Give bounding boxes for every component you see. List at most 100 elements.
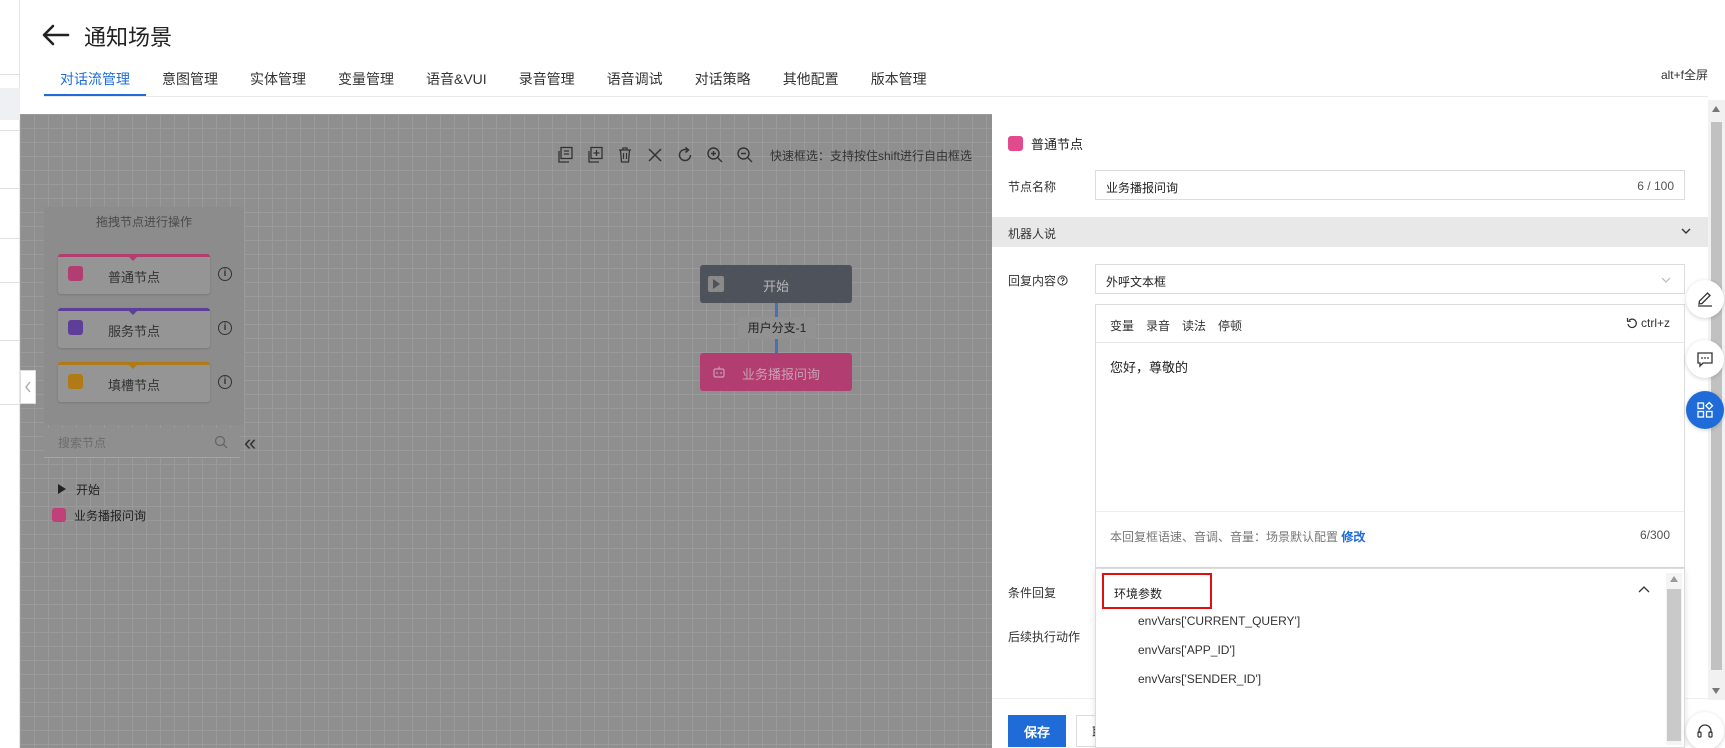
page-title: 通知场景 xyxy=(84,25,173,50)
tab-dialog-strategy[interactable]: 对话策略 xyxy=(679,62,767,96)
node-name-value: 业务播报问询 xyxy=(1106,181,1179,195)
support-float-button[interactable] xyxy=(1686,712,1724,748)
delete-icon[interactable] xyxy=(614,144,636,166)
node-search xyxy=(44,428,240,458)
chat-icon xyxy=(1697,352,1713,368)
zoom-in-icon[interactable] xyxy=(704,144,726,166)
chevron-up-icon[interactable] xyxy=(1638,585,1650,595)
back-arrow-icon[interactable] xyxy=(40,22,72,50)
editor-tool-recording[interactable]: 录音 xyxy=(1146,317,1170,334)
tab-other-config[interactable]: 其他配置 xyxy=(767,62,855,96)
info-icon[interactable]: i xyxy=(218,267,232,281)
editor-content[interactable]: 您好，尊敬的 xyxy=(1110,357,1188,376)
nav-divider xyxy=(0,238,20,239)
fullscreen-hint[interactable]: alt+f全屏 xyxy=(1661,66,1708,83)
scroll-up-arrow-icon[interactable] xyxy=(1670,576,1678,582)
flow-connector xyxy=(775,339,778,353)
scroll-up-arrow-icon[interactable] xyxy=(1712,106,1720,112)
section-robot-says[interactable]: 机器人说 xyxy=(992,217,1708,247)
tab-intent[interactable]: 意图管理 xyxy=(146,62,234,96)
tree-item[interactable]: 业务播报问询 xyxy=(52,502,146,528)
modify-link[interactable]: 修改 xyxy=(1341,530,1365,544)
zoom-out-icon[interactable] xyxy=(734,144,756,166)
editor-tool-pause[interactable]: 停顿 xyxy=(1218,317,1242,334)
dropdown-item[interactable]: envVars['CURRENT_QUERY'] xyxy=(1138,614,1300,628)
chat-float-button[interactable] xyxy=(1686,340,1724,378)
chevron-down-icon[interactable] xyxy=(1680,225,1692,237)
editor-tool-pronunciation[interactable]: 读法 xyxy=(1182,317,1206,334)
copy-node-icon[interactable] xyxy=(554,144,576,166)
undo-button[interactable]: ctrl+z xyxy=(1626,316,1670,330)
flow-node-start[interactable]: 开始 xyxy=(700,265,852,303)
undo-icon xyxy=(1626,318,1637,329)
dropdown-scrollbar[interactable] xyxy=(1666,573,1682,745)
panel-node-type: 普通节点 xyxy=(1031,137,1084,152)
nav-selected-item[interactable] xyxy=(0,88,20,120)
condition-reply-label: 条件回复 xyxy=(1008,586,1057,600)
info-icon[interactable]: i xyxy=(218,321,232,335)
canvas-toolbar: 快速框选：支持按住shift进行自由框选 xyxy=(554,142,972,168)
scroll-down-arrow-icon[interactable] xyxy=(1712,688,1720,694)
palette-node-service[interactable]: 服务节点 xyxy=(58,308,210,348)
caret-right-icon[interactable] xyxy=(58,484,66,494)
tree-item[interactable]: 开始 xyxy=(52,476,146,502)
node-name-field[interactable]: 业务播报问询 6 / 100 xyxy=(1095,170,1685,200)
nav-divider xyxy=(0,340,20,341)
flow-node-label: 开始 xyxy=(762,279,789,294)
pencil-icon xyxy=(1698,292,1712,307)
tab-voice-debug[interactable]: 语音调试 xyxy=(591,62,679,96)
apps-float-button[interactable] xyxy=(1686,391,1724,429)
reply-editor: 变量 录音 读法 停顿 ctrl+z 您好，尊敬的 本回复框语速、音调、音量：场… xyxy=(1095,304,1685,568)
flow-node-business[interactable]: 业务播报问询 xyxy=(700,353,852,391)
section-title: 机器人说 xyxy=(1008,227,1057,241)
apps-icon xyxy=(1697,401,1714,418)
undo-label: ctrl+z xyxy=(1640,316,1670,330)
reply-type-value: 外呼文本框 xyxy=(1106,275,1167,289)
dropdown-group-env-params[interactable]: 环境参数 xyxy=(1102,573,1212,609)
nav-divider xyxy=(0,404,20,405)
palette-node-label: 普通节点 xyxy=(107,270,160,285)
notch-shape xyxy=(126,308,140,315)
dropdown-item[interactable]: envVars['APP_ID'] xyxy=(1138,643,1235,657)
editor-tool-variable[interactable]: 变量 xyxy=(1110,317,1134,334)
tab-entity[interactable]: 实体管理 xyxy=(234,62,322,96)
headset-icon xyxy=(1697,724,1713,738)
node-palette: 拖拽节点进行操作 普通节点 i 服务节点 i 填槽节点 i xyxy=(44,207,244,425)
double-chevron-left-icon[interactable]: « xyxy=(244,432,256,454)
robot-icon xyxy=(52,508,66,522)
nav-divider xyxy=(0,188,20,189)
palette-node-normal[interactable]: 普通节点 xyxy=(58,254,210,294)
edit-float-button[interactable] xyxy=(1686,280,1724,318)
flow-branch-label[interactable]: 用户分支-1 xyxy=(738,317,816,339)
app-root: 通知场景 对话流管理 意图管理 实体管理 变量管理 语音&VUI 录音管理 语音… xyxy=(0,0,1725,748)
nav-divider xyxy=(0,282,20,283)
reply-content-label-wrap: 回复内容 xyxy=(1008,272,1068,289)
close-icon[interactable] xyxy=(644,144,666,166)
dropdown-item[interactable]: envVars['SENDER_ID'] xyxy=(1138,672,1261,686)
info-icon[interactable]: i xyxy=(218,375,232,389)
refresh-icon[interactable] xyxy=(674,144,696,166)
flow-connector xyxy=(775,303,778,317)
reply-content-label: 回复内容 xyxy=(1008,274,1057,288)
tree-item-label: 开始 xyxy=(76,482,101,497)
node-name-label: 节点名称 xyxy=(1008,180,1057,194)
editor-divider xyxy=(1096,511,1684,512)
tab-dialog-flow[interactable]: 对话流管理 xyxy=(44,62,146,96)
robot-icon xyxy=(1008,136,1023,151)
add-node-icon[interactable] xyxy=(584,144,606,166)
tab-voice-vui[interactable]: 语音&VUI xyxy=(410,62,503,96)
search-icon[interactable] xyxy=(214,435,228,449)
sidebar-collapse-toggle[interactable] xyxy=(20,370,36,404)
tab-version[interactable]: 版本管理 xyxy=(855,62,943,96)
help-icon[interactable] xyxy=(1057,275,1068,286)
save-button[interactable]: 保存 xyxy=(1008,715,1066,747)
chevron-left-icon xyxy=(25,381,31,393)
node-search-input[interactable] xyxy=(58,434,208,452)
tab-recording[interactable]: 录音管理 xyxy=(503,62,591,96)
tab-variable[interactable]: 变量管理 xyxy=(322,62,410,96)
editor-toolbar: 变量 录音 读法 停顿 ctrl+z xyxy=(1096,305,1684,343)
notch-shape xyxy=(126,362,140,369)
scrollbar-thumb[interactable] xyxy=(1667,589,1681,741)
palette-node-slot[interactable]: 填槽节点 xyxy=(58,362,210,402)
reply-type-select[interactable]: 外呼文本框 xyxy=(1095,264,1685,294)
